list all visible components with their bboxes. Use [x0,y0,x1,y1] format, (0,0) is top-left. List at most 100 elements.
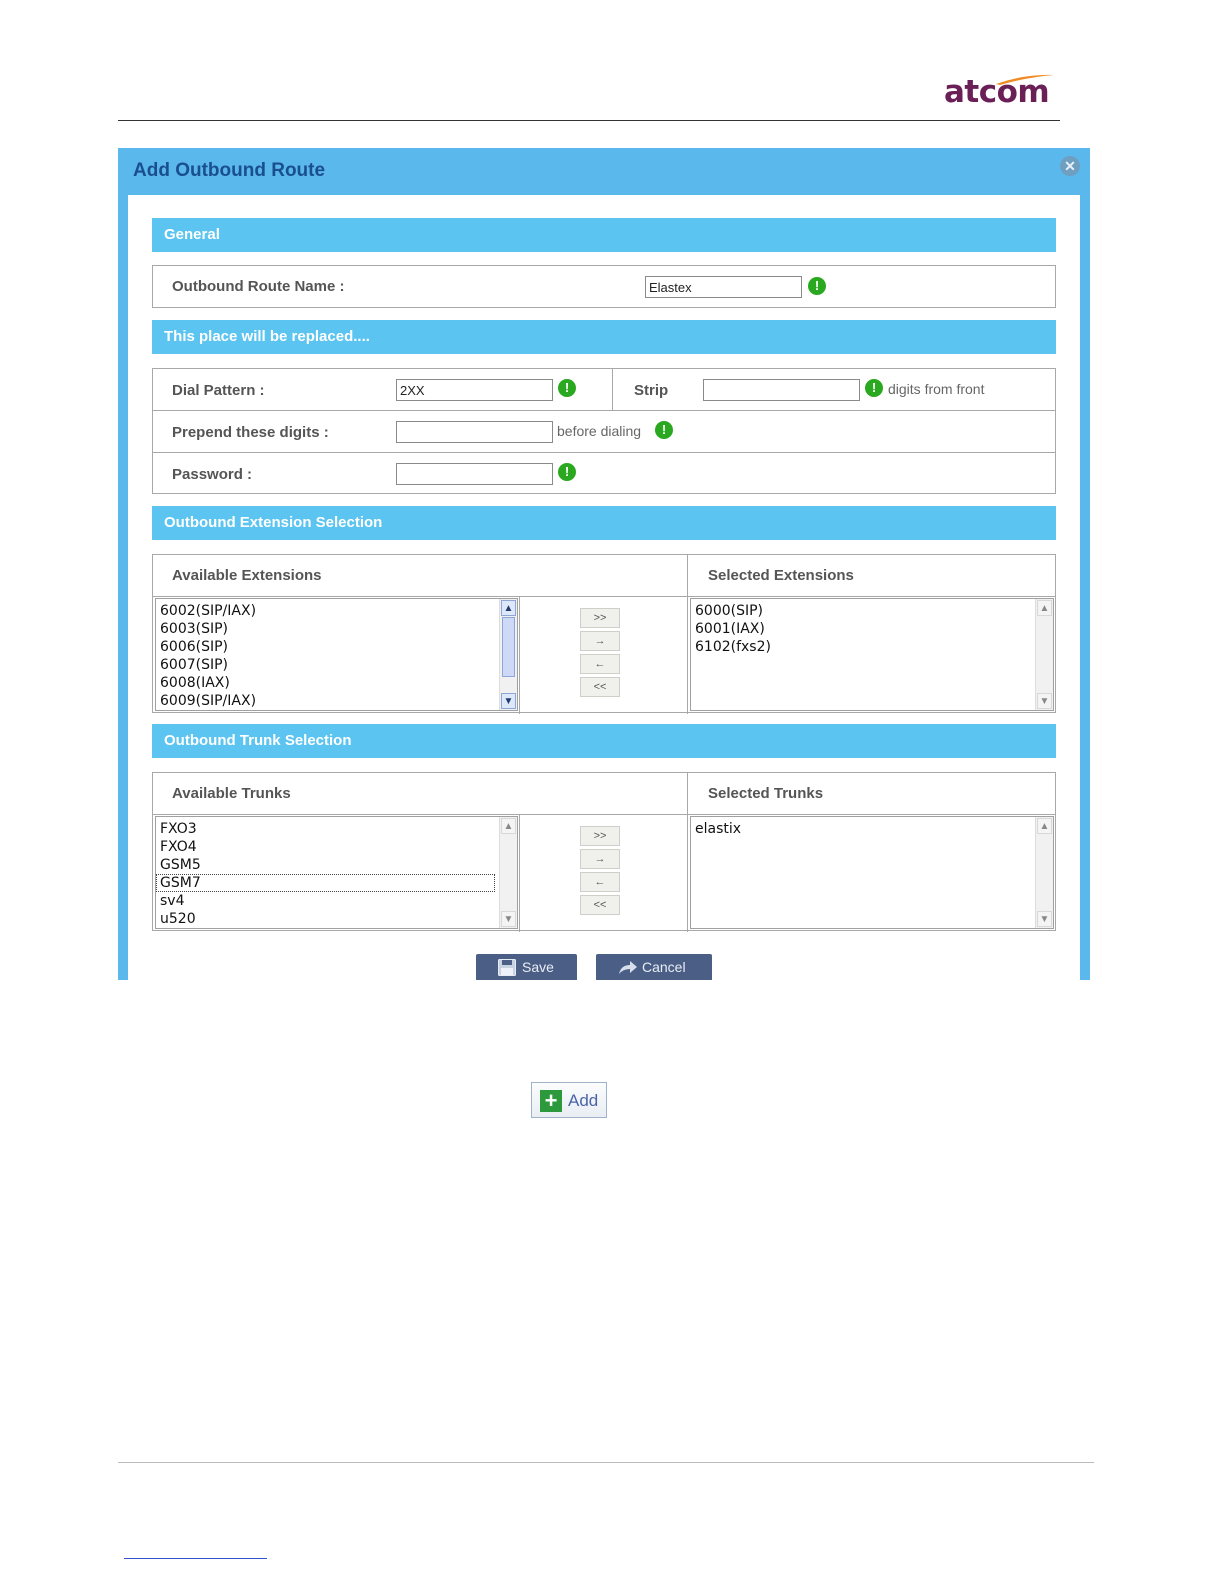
list-item[interactable]: 6002(SIP/IAX) [156,602,517,620]
scroll-up-icon[interactable]: ▲ [1037,818,1052,834]
list-items: elastix [691,817,1053,838]
password-input[interactable] [396,463,553,485]
atcom-logo: atcom [944,72,1059,112]
trunks-box: Available Trunks Selected Trunks FXO3 FX… [152,772,1056,932]
section-extensions: Outbound Extension Selection [152,506,1056,540]
strip-label: Strip [634,382,669,399]
add-one-button[interactable]: → [580,849,620,869]
section-placeholder: This place will be replaced.... [152,320,1056,354]
available-extensions-list[interactable]: 6002(SIP/IAX) 6003(SIP) 6006(SIP) 6007(S… [155,598,518,711]
strip-suffix: digits from front [888,381,985,397]
available-trunks-header: Available Trunks [172,785,291,802]
warning-icon: ! [865,379,883,397]
scroll-thumb[interactable] [502,617,515,677]
scroll-down-icon[interactable]: ▼ [501,911,516,927]
col-divider [687,773,688,932]
dial-pattern-input[interactable] [396,379,553,401]
col-divider [519,596,520,714]
add-one-button[interactable]: → [580,631,620,651]
list-item[interactable]: FXO4 [156,838,517,856]
col-divider [519,814,520,932]
list-item[interactable]: elastix [691,820,1053,838]
logo-swoosh-icon [996,74,1054,85]
list-item[interactable]: GSM5 [156,856,517,874]
list-item[interactable]: 6102(fxs2) [691,638,1053,656]
general-box: Outbound Route Name : ! [152,265,1056,308]
list-items: 6002(SIP/IAX) 6003(SIP) 6006(SIP) 6007(S… [156,599,517,710]
prepend-input[interactable] [396,421,553,443]
section-general: General [152,218,1056,252]
prepend-label: Prepend these digits : [172,424,329,441]
list-item[interactable]: 6000(SIP) [691,602,1053,620]
list-item[interactable]: sv4 [156,892,517,910]
cancel-label: Cancel [642,959,686,975]
scrollbar[interactable]: ▲ ▼ [499,599,517,710]
selected-trunks-list[interactable]: elastix ▲ ▼ [690,816,1054,929]
scrollbar[interactable]: ▲ ▼ [1035,817,1053,928]
list-item[interactable]: 6009(SIP/IAX) [156,692,517,710]
selected-extensions-header: Selected Extensions [708,567,854,584]
list-item[interactable]: 6006(SIP) [156,638,517,656]
col-divider [687,555,688,714]
add-label: Add [568,1091,599,1110]
list-item[interactable]: 6001(IAX) [691,620,1053,638]
list-item[interactable]: u520 [156,910,517,928]
close-icon[interactable]: ✕ [1060,156,1080,176]
row-divider [153,452,1055,453]
dial-box: Dial Pattern : ! Strip ! digits from fro… [152,368,1056,494]
route-name-label: Outbound Route Name : [172,278,345,295]
remove-all-button[interactable]: << [580,895,620,915]
available-trunks-list[interactable]: FXO3 FXO4 GSM5 GSM7 sv4 u520 ▲ ▼ [155,816,518,929]
warning-icon: ! [808,277,826,295]
footer-divider [118,1462,1094,1463]
add-all-button[interactable]: >> [580,608,620,628]
row-divider [153,596,1055,597]
selected-trunks-header: Selected Trunks [708,785,824,802]
warning-icon: ! [558,463,576,481]
list-item[interactable]: 6003(SIP) [156,620,517,638]
available-extensions-header: Available Extensions [172,567,322,584]
header-divider [118,120,1060,121]
list-items: FXO3 FXO4 GSM5 GSM7 sv4 u520 [156,817,517,928]
scroll-down-icon[interactable]: ▼ [1037,911,1052,927]
warning-icon: ! [558,379,576,397]
save-button[interactable]: Save [476,954,577,980]
add-all-button[interactable]: >> [580,826,620,846]
plus-icon: + [540,1090,562,1112]
add-outbound-route-dialog: Add Outbound Route ✕ General Outbound Ro… [118,148,1090,980]
list-item[interactable]: FXO3 [156,820,517,838]
extensions-box: Available Extensions Selected Extensions… [152,554,1056,714]
remove-one-button[interactable]: ← [580,654,620,674]
list-item[interactable]: 6008(IAX) [156,674,517,692]
prepend-suffix: before dialing [557,423,642,439]
warning-icon: ! [655,421,673,439]
scroll-up-icon[interactable]: ▲ [1037,600,1052,616]
scrollbar[interactable]: ▲ ▼ [499,817,517,928]
password-label: Password : [172,466,253,483]
selected-extensions-list[interactable]: 6000(SIP) 6001(IAX) 6102(fxs2) ▲ ▼ [690,598,1054,711]
row-divider [153,410,1055,411]
col-divider [612,369,613,410]
strip-input[interactable] [703,379,860,401]
redo-arrow-icon [619,961,637,974]
list-item[interactable]: GSM7 [156,874,495,892]
dialog-title: Add Outbound Route [133,160,326,181]
scroll-up-icon[interactable]: ▲ [501,600,516,616]
remove-one-button[interactable]: ← [580,872,620,892]
scroll-up-icon[interactable]: ▲ [501,818,516,834]
add-button[interactable]: + Add [531,1082,607,1118]
save-label: Save [522,959,554,975]
dial-pattern-label: Dial Pattern : [172,382,265,399]
scroll-down-icon[interactable]: ▼ [1037,693,1052,709]
footer-link-underline [124,1558,267,1559]
dialog-body: General Outbound Route Name : ! This pla… [128,195,1080,980]
section-trunks: Outbound Trunk Selection [152,724,1056,758]
scrollbar[interactable]: ▲ ▼ [1035,599,1053,710]
row-divider [153,814,1055,815]
cancel-button[interactable]: Cancel [596,954,712,980]
save-icon [498,959,516,976]
remove-all-button[interactable]: << [580,677,620,697]
route-name-input[interactable] [645,276,802,298]
scroll-down-icon[interactable]: ▼ [501,693,516,709]
list-item[interactable]: 6007(SIP) [156,656,517,674]
